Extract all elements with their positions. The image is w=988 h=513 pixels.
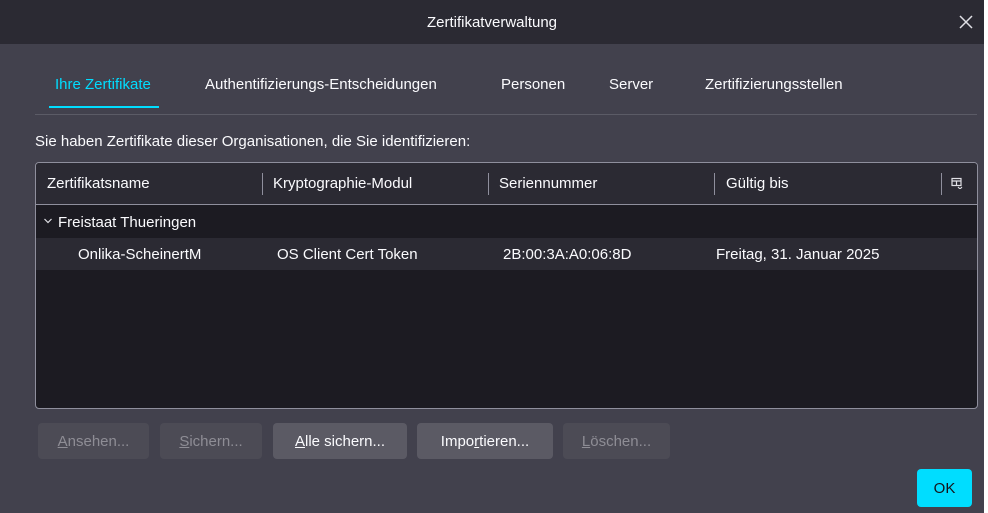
import-button[interactable]: Impo r tieren...	[417, 423, 553, 459]
active-tab-indicator	[49, 106, 159, 108]
column-separator[interactable]	[941, 173, 942, 195]
button-label: öschen...	[590, 432, 652, 450]
button-label: nsehen...	[67, 432, 130, 450]
backup-all-button[interactable]: Alle sichern...	[273, 423, 407, 459]
backup-button[interactable]: Sichern...	[160, 423, 262, 459]
chevron-down-icon[interactable]	[42, 215, 54, 227]
column-header-name[interactable]: Zertifikatsname	[47, 175, 150, 192]
tab-label: Zertifizierungsstellen	[705, 76, 843, 93]
cell-valid-until: Freitag, 31. Januar 2025	[716, 246, 880, 263]
page-edge	[984, 0, 988, 513]
dialog-title: Zertifikatverwaltung	[426, 14, 558, 31]
tab-your-certificates[interactable]: Ihre Zertifikate	[49, 76, 159, 108]
column-separator[interactable]	[488, 173, 489, 195]
tab-authorities[interactable]: Zertifizierungsstellen	[705, 76, 843, 106]
column-separator[interactable]	[714, 173, 715, 195]
intro-text: Sie haben Zertifikate dieser Organisatio…	[35, 133, 471, 150]
ok-button[interactable]: OK	[917, 469, 972, 507]
tab-label: Server	[609, 76, 654, 93]
tab-authentication-decisions[interactable]: Authentifizierungs-Entscheidungen	[205, 76, 437, 106]
cell-module: OS Client Cert Token	[277, 246, 418, 263]
table-row[interactable]: Onlika-ScheinertM OS Client Cert Token 2…	[36, 238, 977, 270]
table-header: Zertifikatsname Kryptographie-Modul Seri…	[36, 163, 977, 205]
title-bar: Zertifikatverwaltung	[0, 0, 984, 44]
accelerator-key: A	[294, 432, 305, 450]
group-name: Freistaat Thueringen	[58, 214, 197, 231]
column-header-serial[interactable]: Seriennummer	[499, 175, 597, 192]
tab-label: Ihre Zertifikate	[55, 76, 151, 93]
column-separator[interactable]	[262, 173, 263, 195]
delete-button[interactable]: Löschen...	[563, 423, 670, 459]
tree-group-row[interactable]: Freistaat Thueringen	[36, 206, 977, 238]
accelerator-key: A	[57, 432, 68, 450]
cell-cert-name: Onlika-ScheinertM	[78, 246, 202, 263]
accelerator-key: S	[179, 432, 190, 450]
column-picker-button[interactable]	[948, 174, 966, 192]
button-label: lle sichern...	[304, 432, 386, 450]
column-picker-icon	[951, 177, 963, 189]
tab-people[interactable]: Personen	[501, 76, 565, 106]
accelerator-key: L	[581, 432, 591, 450]
certificate-manager-dialog: Zertifikatverwaltung Ihre Zertifikate Au…	[0, 0, 984, 513]
button-label-start: Impo	[440, 432, 475, 450]
column-header-module[interactable]: Kryptographie-Modul	[273, 175, 412, 192]
tab-divider	[35, 114, 977, 115]
view-button[interactable]: Ansehen...	[38, 423, 149, 459]
close-button[interactable]	[948, 6, 984, 38]
button-label: ichern...	[189, 432, 243, 450]
tab-servers[interactable]: Server	[609, 76, 653, 106]
tab-label: Personen	[501, 76, 566, 93]
column-header-valid-until[interactable]: Gültig bis	[726, 175, 789, 192]
tab-label: Authentifizierungs-Entscheidungen	[205, 76, 437, 93]
button-label: tieren...	[479, 432, 530, 450]
certificate-tree[interactable]: Zertifikatsname Kryptographie-Modul Seri…	[35, 162, 978, 409]
close-icon	[959, 15, 973, 29]
cell-serial: 2B:00:3A:A0:06:8D	[503, 246, 632, 263]
